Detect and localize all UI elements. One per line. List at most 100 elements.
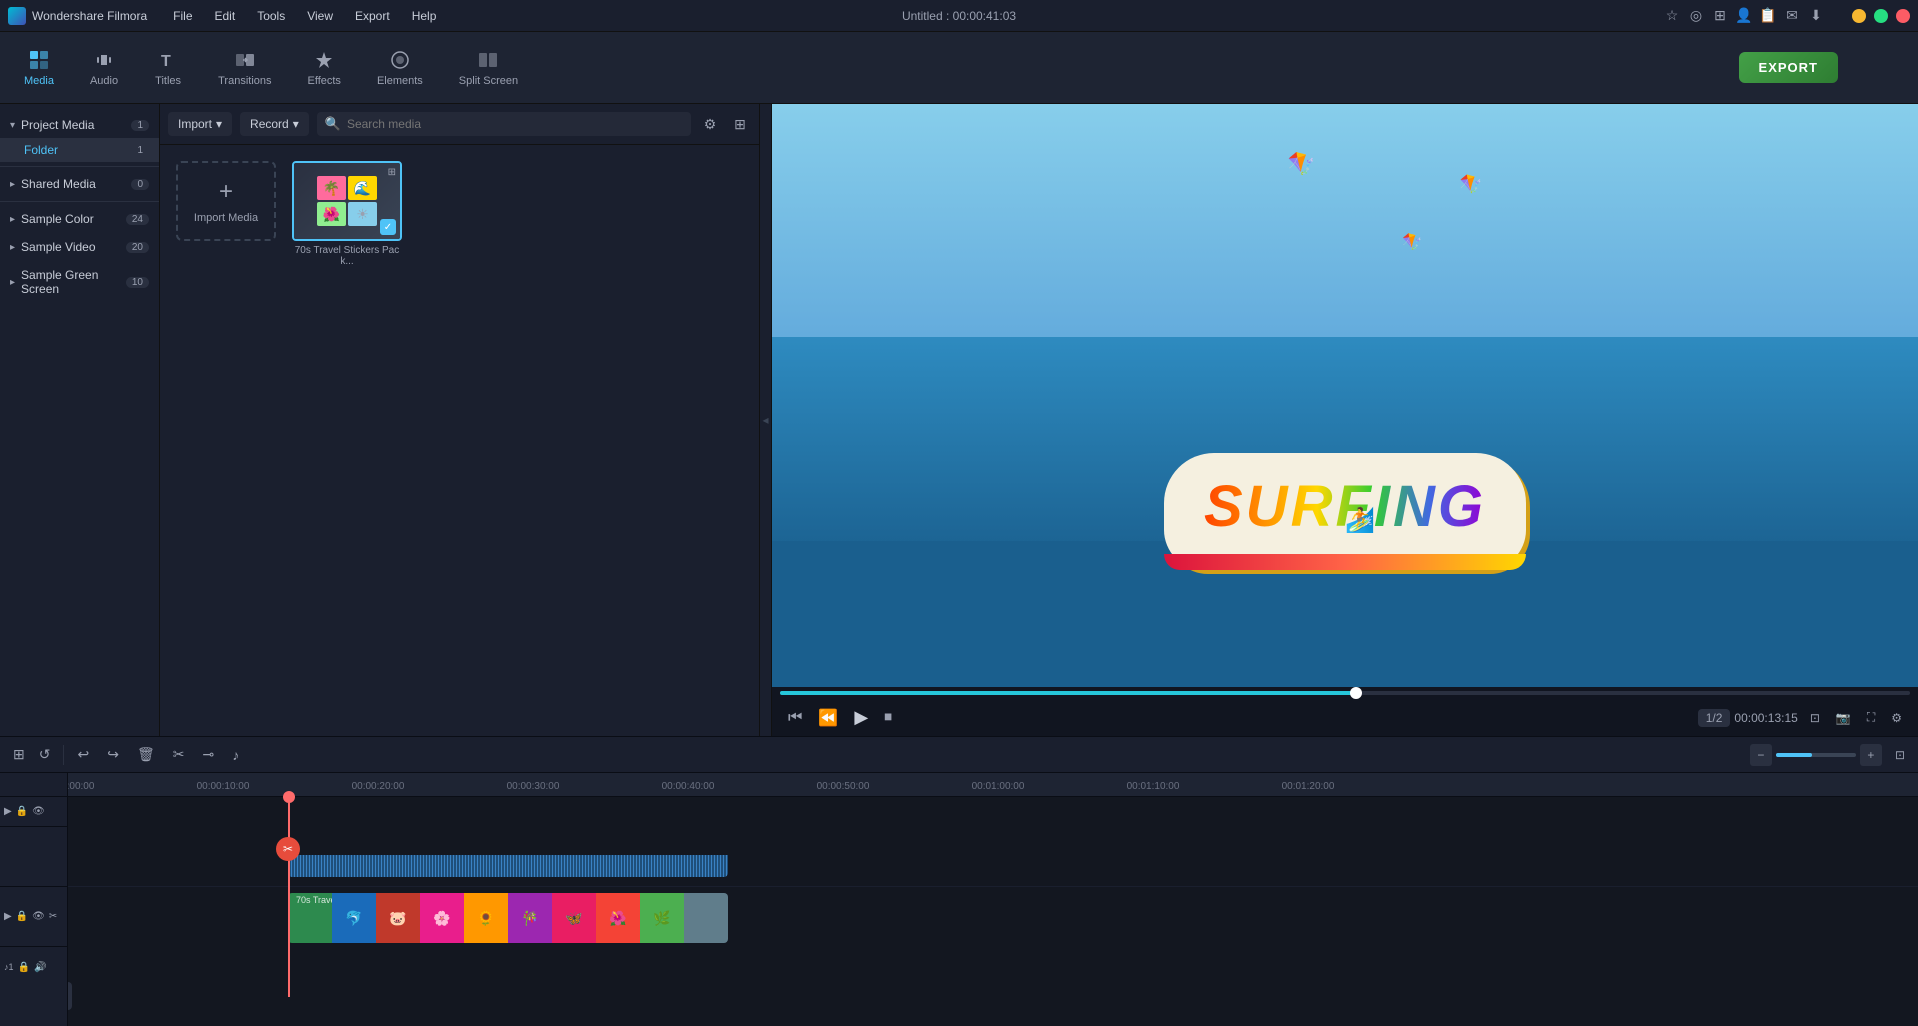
delete-button[interactable]: 🗑	[132, 743, 160, 766]
filter-icon[interactable]: ⚙	[699, 113, 721, 135]
ruler-spacer	[0, 773, 67, 797]
sidebar-item-folder[interactable]: Folder 1	[0, 138, 159, 162]
rewind-button[interactable]: ⏮	[784, 707, 806, 729]
sidebar-header-sample-color[interactable]: ▸ Sample Color 24	[0, 206, 159, 232]
fullscreen-button[interactable]: ⛶	[1863, 708, 1879, 727]
menu-edit[interactable]: Edit	[205, 5, 246, 27]
taskbar-icon-4[interactable]: 👤	[1736, 8, 1752, 24]
collapse-icon: ◂	[762, 413, 768, 427]
toolbar-split-screen[interactable]: Split Screen	[443, 43, 534, 93]
menu-help[interactable]: Help	[402, 5, 447, 27]
sidebar-header-sample-green[interactable]: ▸ Sample Green Screen 10	[0, 262, 159, 302]
grid-view-icon[interactable]: ⊞	[729, 113, 751, 135]
zoom-in-button[interactable]: +	[1860, 744, 1882, 766]
record-dropdown-button[interactable]: Record ▾	[240, 112, 309, 136]
search-box: 🔍	[317, 112, 691, 136]
toolbar-audio[interactable]: Audio	[74, 43, 134, 93]
progress-handle[interactable]	[1350, 687, 1362, 699]
sidebar-header-shared-media[interactable]: ▸ Shared Media 0	[0, 171, 159, 197]
menu-view[interactable]: View	[297, 5, 343, 27]
search-input[interactable]	[347, 117, 683, 131]
taskbar-icon-7[interactable]: ⬇	[1808, 8, 1824, 24]
window-title: Untitled : 00:00:41:03	[902, 9, 1016, 23]
toolbar-titles[interactable]: T Titles	[138, 43, 198, 93]
video-track-lock-icon: 🔒	[16, 911, 28, 922]
split-button[interactable]: ⊸	[197, 743, 219, 766]
audio-track-lock-icon: 🔒	[18, 962, 30, 973]
sidebar-header-sample-video[interactable]: ▸ Sample Video 20	[0, 234, 159, 260]
toolbar-media[interactable]: Media	[8, 43, 70, 93]
timeline-scroll-content[interactable]: 00:00:00:00 00:00:10:00 00:00:20:00 00:0…	[68, 773, 1918, 1026]
taskbar-icon-6[interactable]: ✉	[1784, 8, 1800, 24]
taskbar-icon-3[interactable]: ⊞	[1712, 8, 1728, 24]
audio-button[interactable]: ♪	[227, 744, 244, 766]
media-item-sticker-pack[interactable]: 🌴 🌊 🌺 ☀ ⊞ ✓ 70s Travel Stickers Pack...	[292, 161, 402, 267]
toolbar-elements[interactable]: Elements	[361, 43, 439, 93]
redo-button[interactable]: ↪	[102, 743, 124, 766]
import-chevron-icon: ▾	[216, 117, 222, 131]
zoom-slider[interactable]	[1776, 753, 1856, 757]
sidebar-section-project-media: ▾ Project Media 1 Folder 1	[0, 112, 159, 162]
effects-icon	[313, 49, 335, 71]
toolbar-transitions[interactable]: Transitions	[202, 43, 287, 93]
track-label-row-empty1: ▶ 🔒 👁	[0, 797, 67, 827]
taskbar-icon-2[interactable]: ◎	[1688, 8, 1704, 24]
sidebar-sample-color-label: Sample Color	[21, 212, 94, 226]
sidebar-sample-video-count: 20	[126, 242, 149, 253]
play-button[interactable]: ▶	[850, 705, 872, 730]
sidebar-project-media-count: 1	[131, 120, 149, 131]
maximize-button[interactable]	[1874, 9, 1888, 23]
sidebar-project-media-label: Project Media	[21, 118, 94, 132]
previous-frame-button[interactable]: ⏪	[814, 706, 842, 730]
toolbar: Media Audio T Titles Transi	[0, 32, 1918, 104]
app-logo: Wondershare Filmora	[8, 7, 147, 25]
taskbar-icon-5[interactable]: 📋	[1760, 8, 1776, 24]
timeline-left-panel: ▶ 🔒 👁 ▶ 🔒 👁 ✂ ♪1 🔒 🔊	[0, 773, 68, 1026]
minimize-button[interactable]	[1852, 9, 1866, 23]
close-button[interactable]	[1896, 9, 1910, 23]
zoom-out-button[interactable]: −	[1750, 744, 1772, 766]
video-clip[interactable]: 70s Travel Stickers Pack - 4/(Vol:4) p..…	[288, 893, 728, 943]
settings-button[interactable]: ⚙	[1887, 709, 1906, 727]
audio-track-label: ♪1 🔒 🔊	[0, 947, 67, 987]
progress-bar-fill	[780, 691, 1356, 695]
ruler-20: 00:00:20:00	[352, 781, 405, 792]
crop-button[interactable]: ⊡	[1806, 709, 1824, 727]
screenshot-button[interactable]: 📷	[1832, 709, 1855, 727]
tl-divider-1	[63, 745, 64, 765]
taskbar-icon-1[interactable]: ☆	[1664, 8, 1680, 24]
track-icon-eye: 👁	[32, 806, 45, 817]
toolbar-audio-label: Audio	[90, 75, 118, 87]
toolbar-elements-label: Elements	[377, 75, 423, 87]
media-item-label: 70s Travel Stickers Pack...	[292, 245, 402, 267]
timeline-add-media-button[interactable]: ⊞	[8, 743, 30, 766]
toolbar-effects[interactable]: Effects	[292, 43, 357, 93]
timeline-left-tools: ⊞ ↺	[8, 743, 55, 766]
record-label: Record	[250, 117, 289, 131]
sidebar-header-project-media[interactable]: ▾ Project Media 1	[0, 112, 159, 138]
menu-file[interactable]: File	[163, 5, 202, 27]
timeline-toolbar: ⊞ ↺ ↩ ↪ 🗑 ✂ ⊸ ♪ − + ⊡	[0, 737, 1918, 773]
menu-export[interactable]: Export	[345, 5, 400, 27]
main-content: ▾ Project Media 1 Folder 1 ▸ Shared Medi…	[0, 104, 1918, 736]
progress-bar[interactable]	[780, 691, 1910, 695]
export-button[interactable]: EXPORT	[1739, 52, 1838, 83]
ruler-10: 00:00:10:00	[197, 781, 250, 792]
audio-track-num-icon: ♪1	[4, 962, 14, 972]
chevron-down-icon: ▾	[10, 120, 15, 131]
chevron-right-icon: ▸	[10, 179, 15, 190]
stop-button[interactable]: ⏹	[880, 707, 896, 729]
cut-button[interactable]: ✂	[168, 743, 190, 766]
undo-button[interactable]: ↩	[72, 743, 94, 766]
timeline-loop-button[interactable]: ↺	[34, 743, 56, 766]
sidebar-section-sample-color: ▸ Sample Color 24	[0, 206, 159, 232]
menu-tools[interactable]: Tools	[247, 5, 295, 27]
import-dropdown-button[interactable]: Import ▾	[168, 112, 232, 136]
audio-icon	[93, 49, 115, 71]
collapse-handle[interactable]: ◂	[760, 104, 772, 736]
clip-thumbnails: 🐬 🐷 🌸 🌻 🎋 🦋 🌺 🌿	[288, 893, 728, 943]
svg-text:T: T	[161, 53, 171, 70]
import-media-button[interactable]: + Import Media	[176, 161, 276, 241]
sidebar-sample-video-label: Sample Video	[21, 240, 96, 254]
fit-button[interactable]: ⊡	[1890, 745, 1910, 765]
